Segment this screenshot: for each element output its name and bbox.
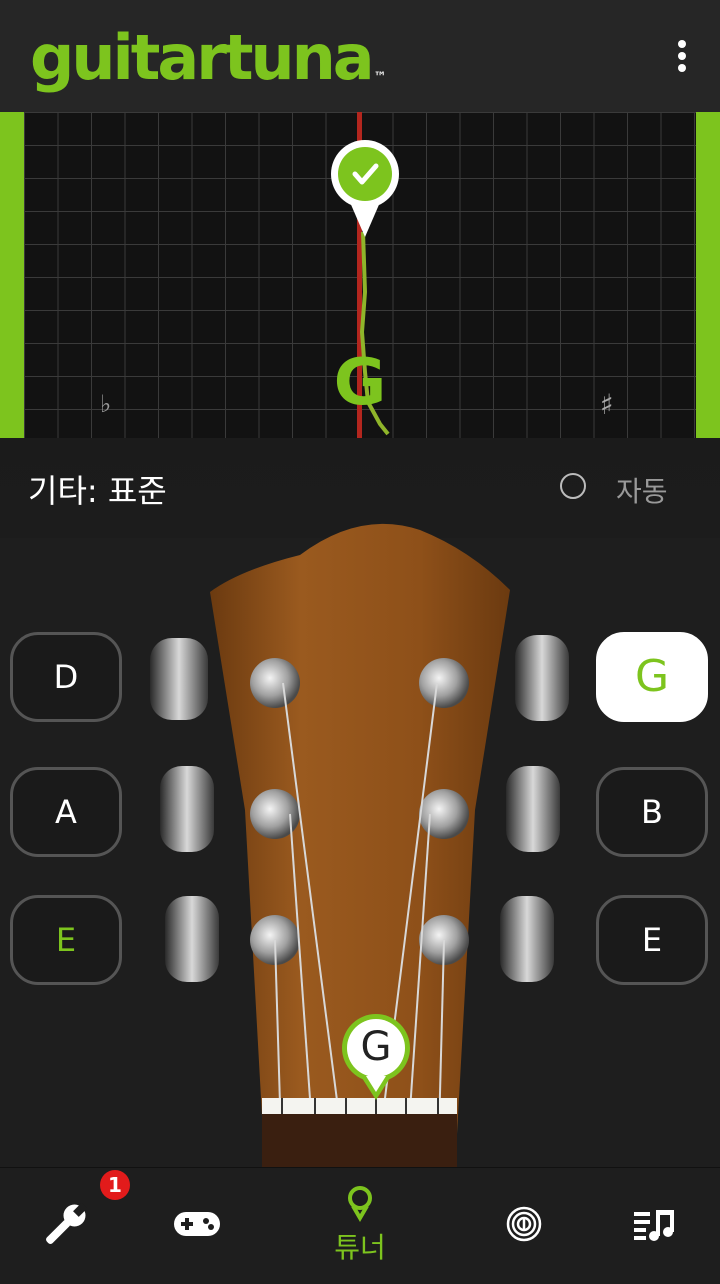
flat-indicator: ♭ [100,390,112,418]
notification-badge: 1 [100,1170,130,1200]
tuning-selector[interactable]: 기타: 표준 [28,466,167,512]
string-button-high-e[interactable]: E [596,895,708,985]
string-button-b[interactable]: B [596,767,708,857]
nav-tuner[interactable]: 튜너 [300,1168,420,1280]
app-logo: guitartuna ™ [30,21,387,94]
string-button-a[interactable]: A [10,767,122,857]
nav-tuner-label: 튜너 [334,1231,386,1264]
fingerprint-icon [506,1206,542,1242]
sharp-indicator: ♯ [600,388,614,421]
string-button-g[interactable]: G [596,632,708,722]
nav-songs[interactable] [594,1168,714,1280]
selected-string-label: G [360,1024,392,1070]
gamepad-icon [174,1212,220,1236]
playlist-icon [634,1210,674,1241]
string-button-d[interactable]: D [10,632,122,722]
tuner-pin-icon [348,1186,372,1222]
app-header: guitartuna ™ [0,0,720,112]
more-options-icon[interactable] [660,34,704,78]
auto-mode-radio[interactable] [560,473,586,499]
nav-games[interactable] [136,1168,256,1280]
nav-training[interactable] [464,1168,584,1280]
auto-mode-label[interactable]: 자동 [616,470,668,510]
tuning-keys-left [150,638,219,982]
string-button-low-e[interactable]: E [10,895,122,985]
detected-note: G [333,346,387,420]
tuning-keys-right [500,635,569,982]
